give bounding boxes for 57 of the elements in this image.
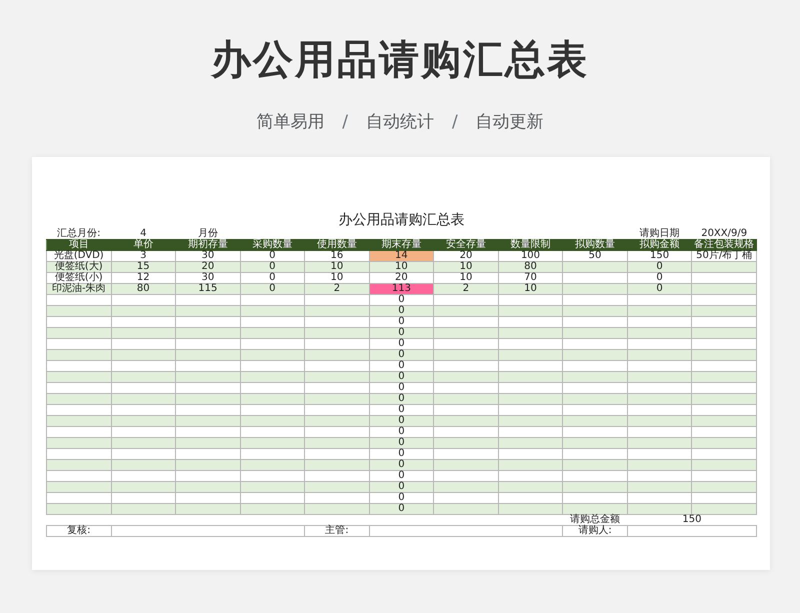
table-cell: 0 <box>627 262 692 273</box>
table-cell: 印泥油-朱肉 <box>46 284 112 295</box>
table-cell: 0 <box>369 350 434 361</box>
column-header: 拟购数量 <box>562 240 628 251</box>
month-label: 汇总月份: <box>46 229 112 240</box>
table-cell: 10 <box>434 262 498 273</box>
table-cell: 10 <box>304 262 370 273</box>
column-header: 期末存量 <box>369 240 434 251</box>
column-header: 备注包装规格 <box>692 240 756 251</box>
table-cell: 2 <box>434 284 498 295</box>
signature-label: 请购人: <box>562 526 628 537</box>
month-unit: 月份 <box>176 229 240 240</box>
column-header: 单价 <box>111 240 176 251</box>
signature-label: 主管: <box>304 526 370 537</box>
subtitle-tag: 自动更新 <box>476 110 544 134</box>
subtitle-tag: 简单易用 <box>256 110 324 134</box>
table-cell: 0 <box>369 306 434 317</box>
table-cell: 0 <box>369 328 434 339</box>
column-header: 使用数量 <box>304 240 370 251</box>
total-value: 150 <box>627 514 756 526</box>
table-cell: 113 <box>369 284 434 295</box>
table-cell: 0 <box>369 394 434 405</box>
table-cell: 0 <box>369 416 434 427</box>
table-cell: 0 <box>369 438 434 449</box>
date-label: 请购日期 <box>627 229 692 240</box>
table-cell: 15 <box>111 262 176 273</box>
table-cell: 80 <box>498 262 563 273</box>
table-cell: 115 <box>176 284 240 295</box>
page-title: 办公用品请购汇总表 <box>210 36 590 85</box>
table-cell: 20 <box>176 262 240 273</box>
table-cell: 80 <box>111 284 176 295</box>
table-cell: 0 <box>627 284 692 295</box>
table-cell: 便签纸(大) <box>46 262 112 273</box>
table-cell: 14 <box>369 250 434 262</box>
total-label: 请购总金额 <box>562 514 628 526</box>
table-cell: 0 <box>369 504 434 515</box>
sheet-title: 办公用品请购汇总表 <box>338 211 466 229</box>
column-header: 项目 <box>46 240 112 251</box>
column-header: 采购数量 <box>240 240 305 251</box>
month-value: 4 <box>111 229 176 240</box>
table-cell: 0 <box>240 284 305 295</box>
table-cell: 0 <box>369 460 434 471</box>
column-header: 安全存量 <box>434 240 498 251</box>
subtitle-tag: 自动统计 <box>366 110 434 134</box>
date-value: 20XX/9/9 <box>692 229 756 240</box>
separator: / <box>451 111 459 134</box>
signature-label: 复核: <box>46 526 112 537</box>
table-cell: 10 <box>369 262 434 273</box>
column-header: 数量限制 <box>498 240 563 251</box>
table-cell: 0 <box>369 482 434 493</box>
table-cell: 10 <box>498 284 563 295</box>
separator: / <box>341 111 349 134</box>
table-cell: 0 <box>369 372 434 383</box>
column-header: 期初存量 <box>176 240 240 251</box>
table-cell: 0 <box>240 262 305 273</box>
column-header: 拟购金额 <box>627 240 692 251</box>
table-cell: 2 <box>304 284 370 295</box>
